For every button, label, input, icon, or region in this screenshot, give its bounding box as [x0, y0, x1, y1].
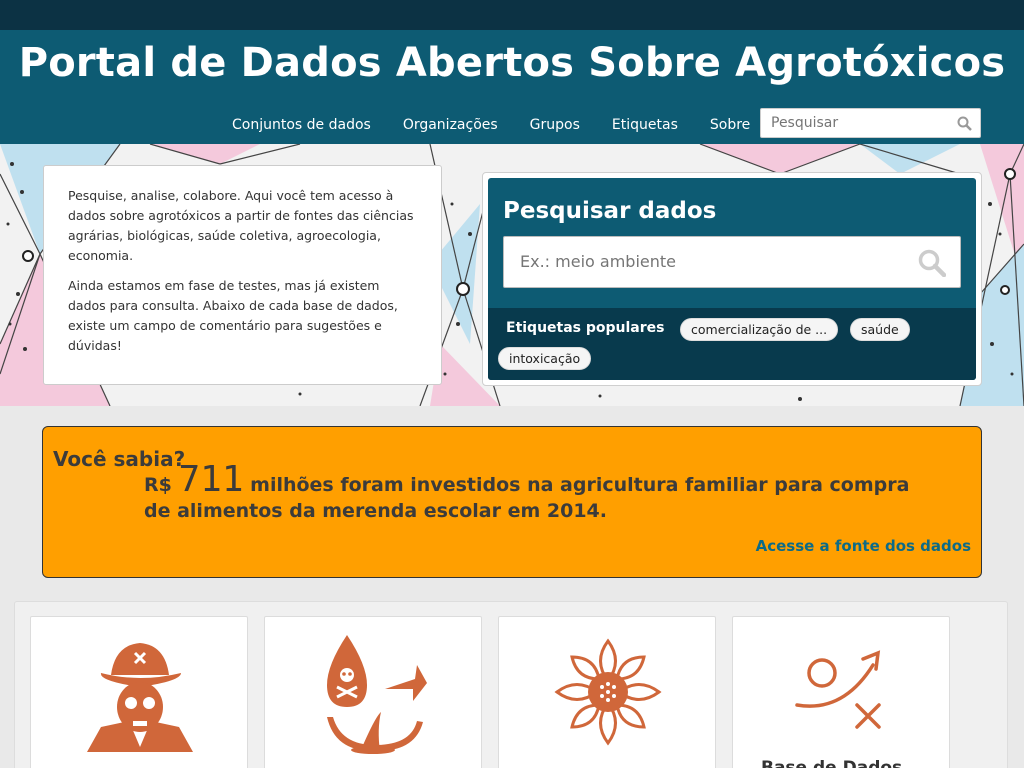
search-icon[interactable]: [957, 116, 972, 135]
search-panel: Pesquisar dados Etiquetas populares come…: [482, 172, 982, 386]
masthead: Portal de Dados Abertos Sobre Agrotóxico…: [0, 30, 1024, 144]
card-3[interactable]: [498, 616, 716, 768]
fact-text-line1: milhões foram investidos na agricultura …: [250, 474, 910, 496]
skull-farmer-icon: [87, 643, 193, 752]
search-icon[interactable]: [918, 249, 947, 281]
strategy-play-icon: [795, 650, 881, 729]
main-nav: Conjuntos de dados Organizações Grupos E…: [232, 117, 782, 133]
tag-comercializacao[interactable]: comercialização de ...: [680, 318, 839, 341]
header-search-input[interactable]: [761, 109, 951, 137]
fact-statement: R$ 711 milhões foram investidos na agric…: [144, 462, 974, 524]
fact-currency: R$: [144, 474, 172, 496]
intro-paragraph-2: Ainda estamos em fase de testes, mas já …: [68, 278, 398, 353]
intro-paragraph-1: Pesquise, analise, colabore. Aqui você t…: [68, 188, 414, 263]
nav-conjuntos-de-dados[interactable]: Conjuntos de dados: [232, 117, 371, 133]
search-panel-title: Pesquisar dados: [503, 198, 717, 224]
card-1[interactable]: [30, 616, 248, 768]
popular-tags-bar: Etiquetas populares comercialização de .…: [488, 308, 976, 380]
header-search: [760, 108, 981, 138]
fact-amount: 711: [178, 459, 244, 500]
intro-box: Pesquise, analise, colabore. Aqui você t…: [43, 165, 442, 385]
nav-grupos[interactable]: Grupos: [530, 117, 580, 133]
card-2[interactable]: [264, 616, 482, 768]
tag-saude[interactable]: saúde: [850, 318, 910, 341]
tag-intoxicacao[interactable]: intoxicação: [498, 347, 592, 370]
fact-text-line2: de alimentos da merenda escolar em 2014.: [144, 500, 607, 522]
card-4[interactable]: Base de Dados: [732, 616, 950, 768]
nav-etiquetas[interactable]: Etiquetas: [612, 117, 678, 133]
search-panel-inner: Pesquisar dados Etiquetas populares come…: [488, 178, 976, 380]
card-4-label: Base de Dados: [761, 758, 903, 768]
nav-organizacoes[interactable]: Organizações: [403, 117, 498, 133]
nav-sobre[interactable]: Sobre: [710, 117, 750, 133]
poison-drop-plant-icon: [327, 635, 427, 754]
fact-source-link[interactable]: Acesse a fonte dos dados: [756, 537, 971, 555]
mandala-flower-icon: [554, 638, 662, 746]
fact-box: Você sabia? R$ 711 milhões foram investi…: [42, 426, 982, 578]
popular-tags-label: Etiquetas populares: [506, 320, 665, 336]
top-bar: [0, 0, 1024, 30]
dataset-search-input[interactable]: [504, 237, 904, 285]
site-title[interactable]: Portal de Dados Abertos Sobre Agrotóxico…: [0, 40, 1024, 86]
dataset-search-box: [503, 236, 961, 288]
